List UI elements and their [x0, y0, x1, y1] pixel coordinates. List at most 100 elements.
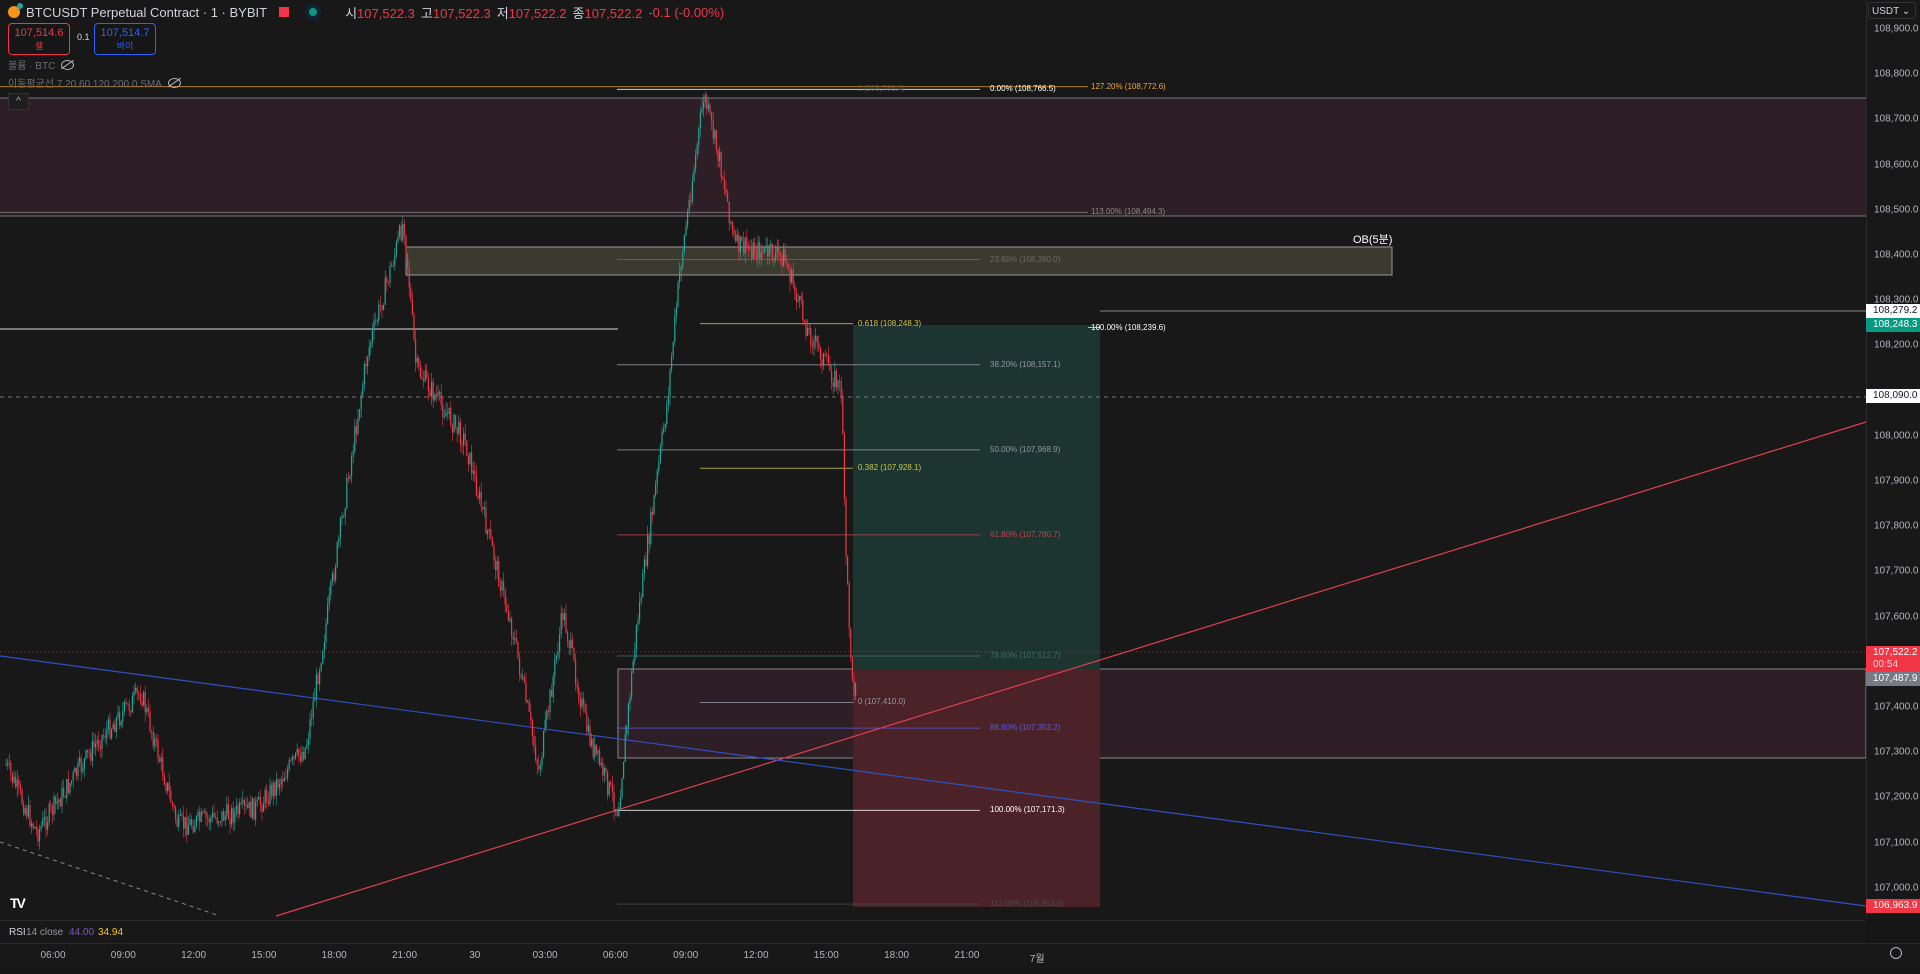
order-quantity[interactable]: 0.1	[77, 32, 90, 42]
candle-body	[576, 684, 578, 688]
candle-body	[832, 382, 834, 387]
candle-body	[530, 711, 532, 721]
candle-body	[48, 804, 50, 823]
candle-body	[34, 827, 36, 829]
candle-body	[571, 639, 573, 649]
candle-body	[490, 529, 492, 539]
candle-body	[690, 199, 692, 202]
symbol-title[interactable]: BTCUSDT Perpetual Contract · 1 · BYBIT	[26, 5, 267, 20]
time-tick: 21:00	[954, 950, 980, 961]
candle-body	[418, 357, 420, 366]
candle-body	[295, 752, 297, 759]
candle-body	[139, 694, 141, 702]
candle-body	[514, 638, 516, 640]
candle-body	[323, 641, 325, 651]
currency-selector[interactable]: USDT ⌄	[1868, 2, 1916, 19]
candle-body	[749, 248, 751, 250]
candle-body	[469, 452, 471, 465]
candle-body	[114, 724, 116, 732]
collapse-legend-button[interactable]: ^	[8, 93, 29, 110]
buy-button[interactable]: 107,514.7 바이	[94, 23, 156, 55]
candle-body	[336, 542, 338, 567]
candle-body	[747, 247, 749, 249]
chart-canvas[interactable]	[0, 0, 1866, 919]
candle-body	[47, 822, 49, 830]
candle-body	[87, 749, 89, 753]
candle-body	[552, 676, 554, 698]
candle-body	[815, 336, 817, 341]
candle-body	[506, 604, 508, 612]
eye-hidden-icon[interactable]	[167, 77, 181, 88]
candle-body	[96, 740, 98, 744]
candle-body	[306, 745, 308, 748]
candle-body	[616, 809, 618, 816]
candle-body	[437, 392, 439, 397]
candle-body	[147, 708, 149, 712]
sell-button[interactable]: 107,514.6 셀	[8, 23, 70, 55]
candle-body	[59, 799, 61, 807]
candle-body	[483, 507, 485, 510]
candle-body	[8, 762, 10, 764]
fib-level-label: 113.00% (106,963.9)	[990, 899, 1065, 909]
candle-body	[538, 764, 540, 770]
candle-body	[837, 380, 839, 388]
volume-indicator[interactable]: 볼륨 · BTC	[8, 57, 75, 72]
price-tick: 108,800.0	[1874, 68, 1919, 80]
candle-body	[699, 112, 701, 128]
candle-body	[643, 559, 645, 573]
ma-indicator[interactable]: 이동평균선 7 20 60 120 200 0 SMA	[8, 75, 181, 90]
time-tick: 30	[469, 950, 481, 961]
candle-body	[146, 708, 148, 713]
candle-body	[331, 573, 333, 582]
time-tick: 15:00	[251, 950, 277, 961]
candle-body	[199, 811, 201, 822]
candle-body	[655, 484, 657, 496]
candle-body	[696, 144, 698, 155]
flag-icon[interactable]	[279, 7, 290, 17]
ohlc-key: 시	[345, 5, 358, 21]
candle-body	[399, 225, 401, 237]
candle-body	[141, 701, 143, 706]
candle-body	[565, 613, 567, 633]
tradingview-logo[interactable]: TV	[10, 895, 26, 911]
rsi-pane[interactable]: RSI 14 close 44.00 34.94	[0, 920, 1866, 943]
candle-body	[835, 370, 837, 388]
candle-body	[503, 581, 505, 591]
candle-body	[197, 811, 199, 817]
candle-body	[680, 266, 682, 272]
candle-body	[63, 787, 65, 797]
candle-body	[259, 796, 261, 806]
candle-body	[575, 659, 577, 685]
time-axis[interactable]: 06:00 09:00 12:00 15:00 18:00 21:00 30 03:00 06:…	[0, 943, 1920, 968]
candle-body	[567, 632, 569, 642]
candle-body	[597, 750, 599, 754]
dashed-trendline	[0, 841, 221, 917]
candle-body	[352, 451, 354, 457]
price-tick: 107,800.0	[1874, 520, 1919, 532]
candle-body	[495, 560, 497, 571]
candle-body	[135, 687, 137, 692]
fib-extension-label: 127.20% (108,772.6)	[1091, 81, 1166, 91]
eye-hidden-icon[interactable]	[61, 59, 75, 70]
candle-body	[440, 392, 442, 405]
candle-body	[304, 747, 306, 760]
candle-body	[778, 247, 780, 253]
candle-body	[362, 384, 364, 395]
price-axis[interactable]	[1866, 0, 1920, 919]
candle-body	[95, 743, 97, 748]
candle-body	[594, 744, 596, 758]
candle-body	[707, 104, 709, 110]
fib-level-label: 88.60% (107,353.2)	[990, 723, 1061, 733]
candle-body	[32, 823, 34, 829]
candle-body	[19, 784, 21, 790]
candle-body	[368, 347, 370, 358]
candle-body	[299, 756, 301, 762]
settings-gear-icon[interactable]	[1890, 947, 1902, 959]
candle-body	[405, 235, 407, 254]
candle-body	[223, 811, 225, 821]
candle-body	[403, 223, 405, 236]
candle-body	[119, 712, 121, 726]
candle-body	[767, 245, 769, 257]
candle-body	[18, 779, 20, 785]
candle-body	[216, 817, 218, 824]
